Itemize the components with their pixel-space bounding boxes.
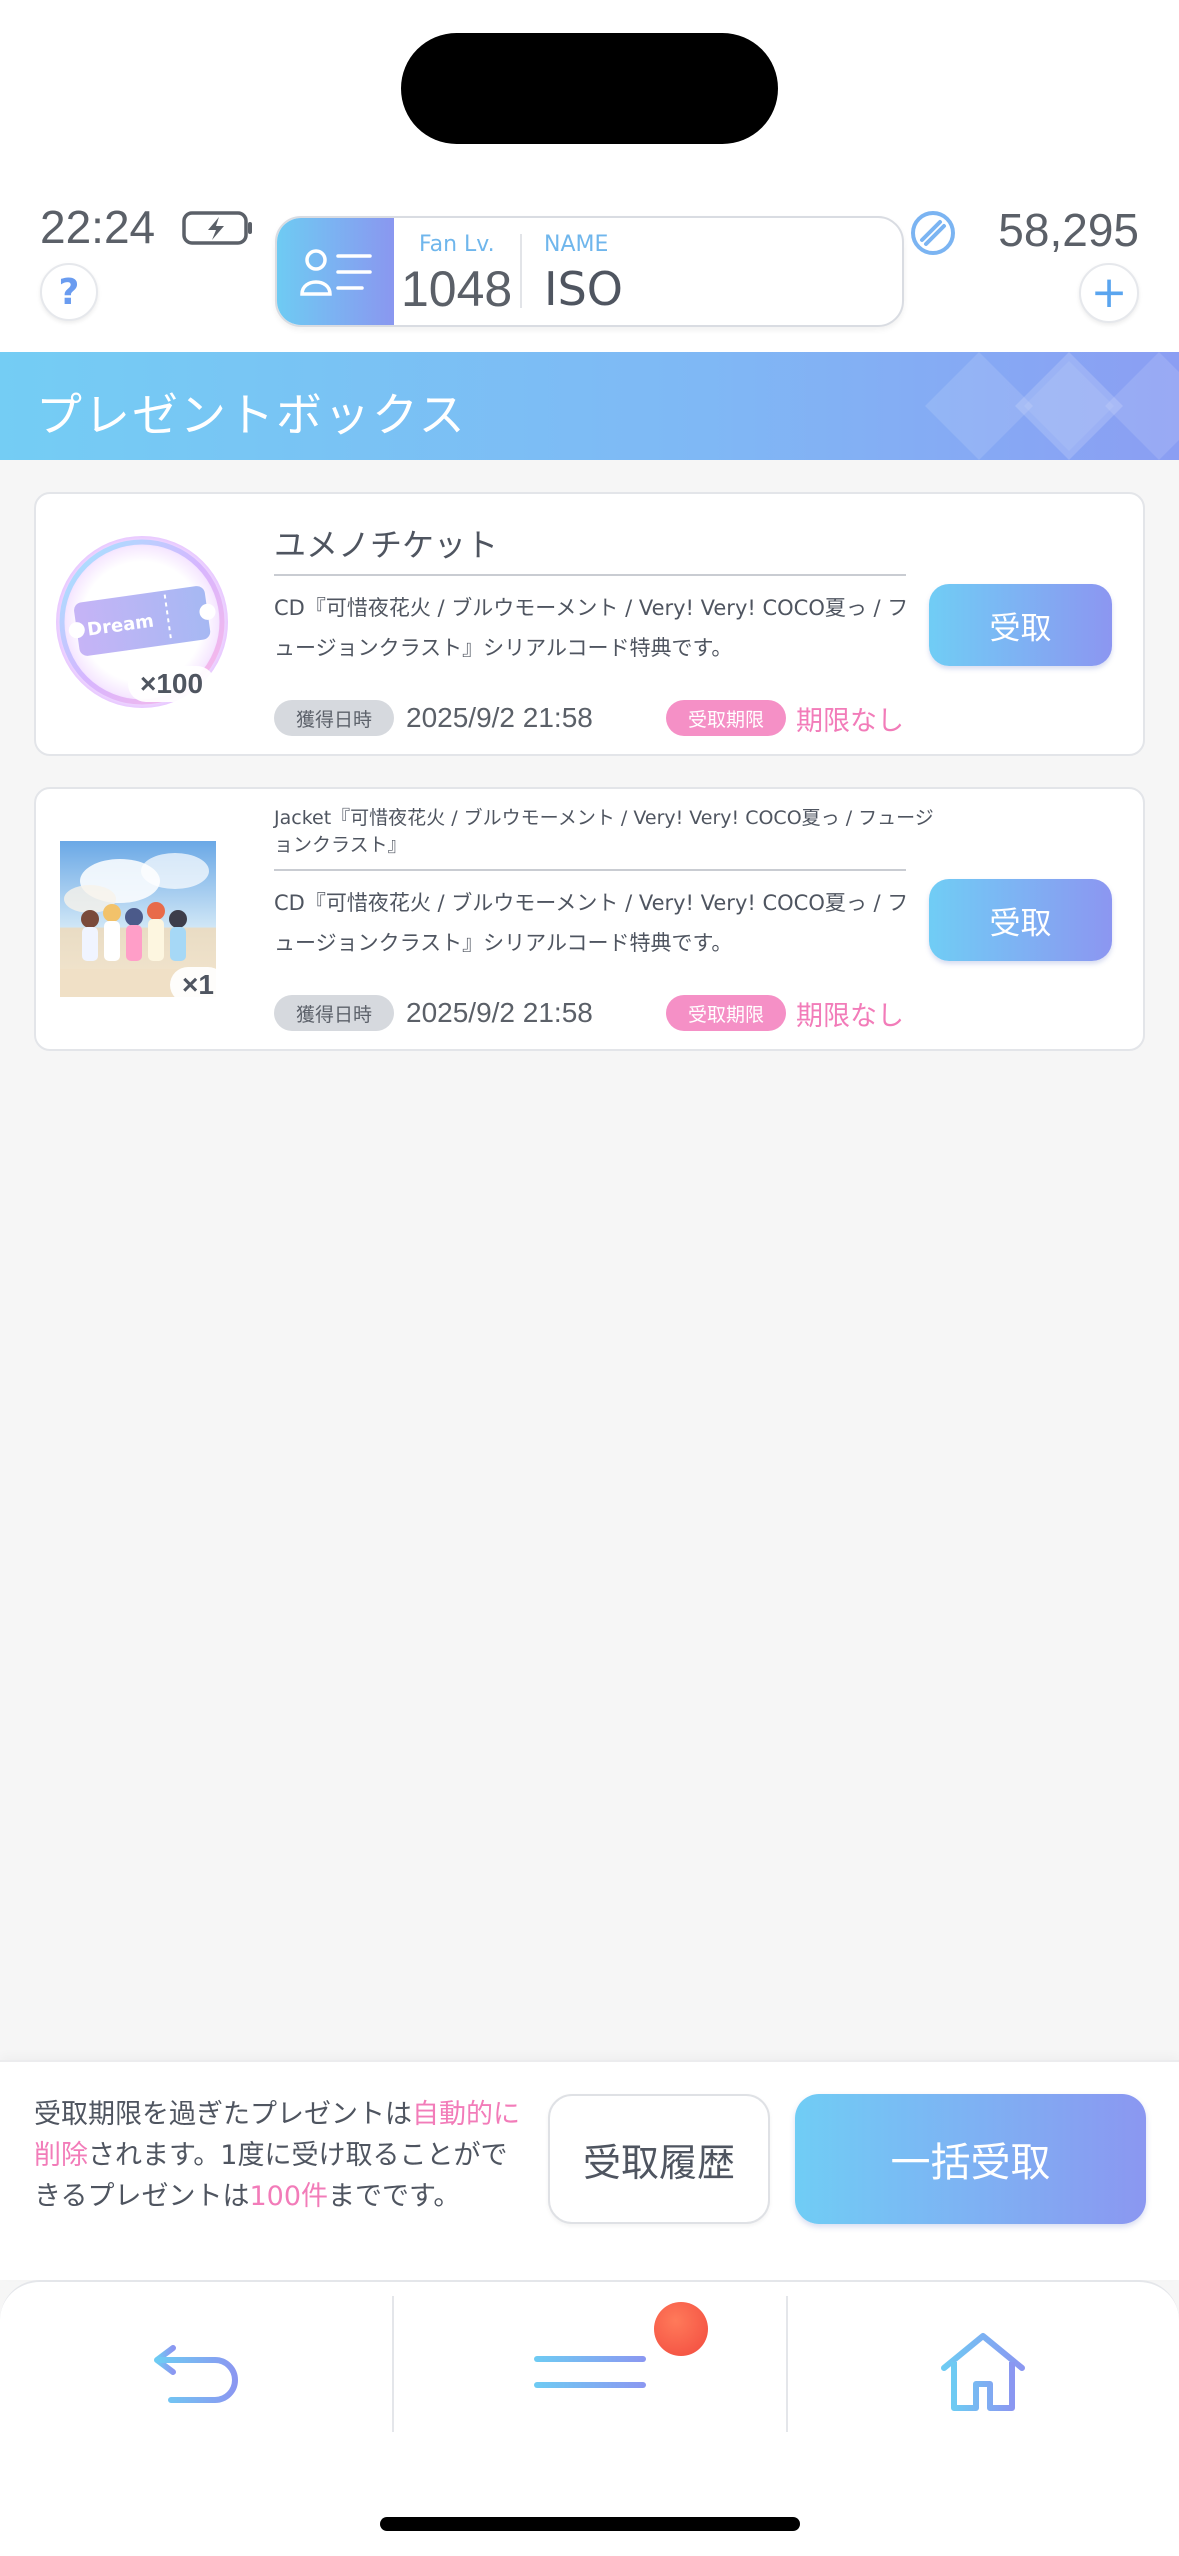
page-title: プレゼントボックス (36, 388, 467, 442)
item-divider (274, 869, 906, 871)
acquired-date: 2025/9/2 21:58 (406, 702, 593, 733)
bottom-action-panel: 受取期限を過ぎたプレゼントは自動的に削除されます。1度に受け取ることができるプレ… (0, 2060, 1179, 2280)
item-description: CD『可惜夜花火 / ブルウモーメント / Very! Very! COCO夏っ… (274, 891, 909, 955)
home-icon (940, 2333, 1025, 2411)
profile-card[interactable]: Fan Lv. 1048 NAME ISO (275, 216, 904, 327)
deadline-value: 期限なし (796, 705, 905, 737)
nav-menu-button[interactable] (393, 2282, 786, 2462)
help-button[interactable]: ? (40, 263, 98, 321)
notice-highlight: 100件 (249, 2181, 329, 2212)
banner-decoration (925, 352, 1179, 460)
receive-button[interactable]: 受取 (929, 584, 1112, 666)
item-meta-row: 獲得日時 2025/9/2 21:58 受取期限 期限なし (274, 993, 904, 1033)
title-banner: プレゼントボックス (0, 352, 1179, 460)
back-icon (153, 2345, 238, 2403)
receive-button[interactable]: 受取 (929, 879, 1112, 961)
top-area: 22:24 ? Fan Lv. 1048 NAME ISO 58,295 + (0, 0, 1179, 352)
nav-home-button[interactable] (786, 2282, 1179, 2462)
present-item: ×1 Jacket『可惜夜花火 / ブルウモーメント / Very! Very!… (34, 787, 1145, 1051)
item-name: Jacket『可惜夜花火 / ブルウモーメント / Very! Very! CO… (274, 807, 934, 856)
currency-icon (911, 211, 955, 255)
profile-icon-box (277, 218, 394, 325)
item-divider (274, 574, 906, 576)
acquired-date: 2025/9/2 21:58 (406, 997, 593, 1028)
add-currency-button[interactable]: + (1079, 263, 1139, 323)
profile-divider (520, 234, 522, 308)
menu-icon (533, 2356, 646, 2388)
fan-level-label: Fan Lv. (419, 232, 495, 257)
plus-icon: + (1090, 267, 1128, 318)
bulk-receive-button[interactable]: 一括受取 (795, 2094, 1146, 2224)
status-time: 22:24 (40, 201, 156, 253)
deadline-value: 期限なし (796, 1000, 905, 1032)
item-description: CD『可惜夜花火 / ブルウモーメント / Very! Very! COCO夏っ… (274, 596, 909, 660)
quantity-badge: ×100 (128, 666, 216, 702)
home-indicator (380, 2517, 800, 2531)
nav-back-button[interactable] (0, 2282, 393, 2462)
bottom-nav (0, 2280, 1179, 2556)
notice-text: 受取期限を過ぎたプレゼントは (34, 2099, 412, 2130)
present-item: Dream ×100 ユメノチケット CD『可惜夜花火 / ブルウモーメント /… (34, 492, 1145, 756)
item-meta-row: 獲得日時 2025/9/2 21:58 受取期限 期限なし (274, 698, 904, 738)
name-label: NAME (544, 232, 609, 257)
question-icon: ? (58, 271, 80, 313)
notification-dot (654, 2302, 708, 2356)
deadline-tag: 受取期限 (666, 700, 787, 736)
currency-amount: 58,295 (998, 204, 1139, 256)
dynamic-island (401, 33, 778, 144)
deadline-tag: 受取期限 (666, 995, 787, 1031)
battery-charging-icon (182, 211, 252, 245)
quantity-badge: ×1 (170, 967, 226, 1003)
expiry-notice: 受取期限を過ぎたプレゼントは自動的に削除されます。1度に受け取ることができるプレ… (34, 2094, 534, 2217)
item-name: ユメノチケット (274, 526, 499, 564)
notice-text: までです。 (328, 2181, 461, 2212)
profile-card-icon (299, 248, 372, 296)
acquired-tag: 獲得日時 (274, 700, 395, 736)
fan-level-value: 1048 (401, 261, 513, 317)
player-name: ISO (544, 262, 623, 316)
acquired-tag: 獲得日時 (274, 995, 395, 1031)
receive-history-button[interactable]: 受取履歴 (548, 2094, 770, 2224)
